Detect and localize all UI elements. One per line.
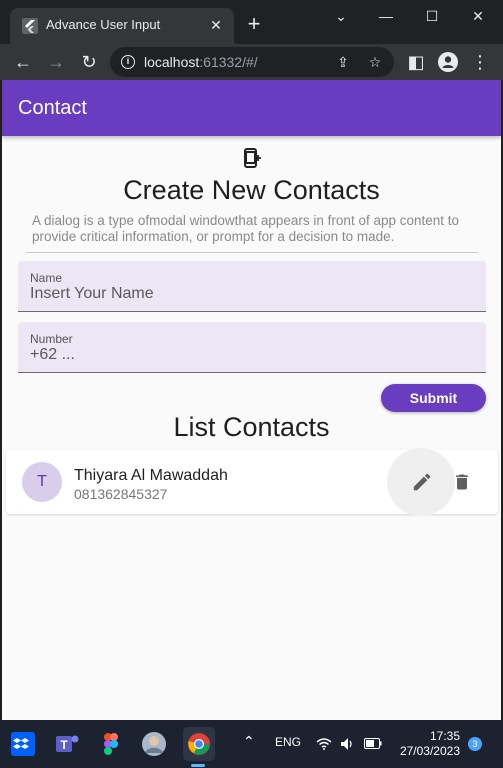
minimize-icon[interactable]: — [376, 6, 396, 26]
create-contacts-title: Create New Contacts [123, 175, 380, 205]
new-tab-button[interactable]: + [244, 13, 264, 35]
close-tab-icon[interactable]: ✕ [208, 17, 224, 33]
site-info-icon[interactable]: i [121, 55, 135, 69]
number-input[interactable] [30, 346, 470, 364]
url-text: localhost:61332/#/ [144, 54, 258, 70]
divider [26, 252, 478, 253]
phone-add-icon [244, 148, 261, 168]
side-panel-icon[interactable]: ◧ [405, 51, 427, 73]
browser-toolbar: ← → ↻ i localhost:61332/#/ ⇪ ☆ ◧ ⋮ [0, 44, 503, 80]
wifi-icon[interactable] [316, 737, 332, 750]
name-field[interactable]: Name [18, 261, 486, 312]
teams-icon[interactable]: T [52, 729, 82, 759]
contact-name: Thiyara Al Mawaddah [74, 467, 228, 484]
clock[interactable]: 17:35 27/03/2023 [398, 729, 460, 759]
reload-icon[interactable]: ↻ [78, 51, 100, 73]
taskbar: T ⌃ ENG 17:35 27/03/2023 3 [0, 720, 503, 768]
list-item[interactable]: T Thiyara Al Mawaddah 081362845327 [6, 448, 498, 516]
back-icon[interactable]: ← [12, 51, 34, 73]
profile-icon[interactable] [438, 52, 458, 72]
volume-icon[interactable] [340, 737, 354, 751]
battery-icon[interactable] [364, 738, 382, 749]
number-field[interactable]: Number [18, 322, 486, 373]
user-avatar-icon[interactable] [139, 729, 169, 759]
tab-title: Advance User Input [46, 17, 161, 32]
chrome-icon [188, 733, 210, 755]
name-field-label: Name [30, 271, 63, 285]
active-app-indicator [191, 764, 205, 767]
close-window-icon[interactable]: ✕ [468, 6, 488, 26]
menu-kebab-icon[interactable]: ⋮ [469, 51, 491, 73]
figma-icon[interactable] [96, 729, 126, 759]
notification-badge[interactable]: 3 [468, 737, 482, 751]
tab-search-icon[interactable]: ⌄ [331, 6, 351, 26]
clock-date: 27/03/2023 [399, 744, 460, 758]
delete-trash-icon[interactable] [452, 471, 472, 493]
bookmark-star-icon[interactable]: ☆ [366, 53, 384, 71]
tray-chevron-up-icon[interactable]: ⌃ [243, 733, 255, 750]
app-bar: Contact [2, 80, 501, 136]
edit-pencil-icon[interactable] [411, 471, 433, 493]
app-bar-title: Contact [18, 97, 87, 119]
avatar: T [22, 462, 62, 502]
number-field-label: Number [30, 332, 73, 346]
name-input[interactable] [30, 285, 470, 303]
forward-icon[interactable]: → [45, 51, 67, 73]
chrome-taskbar-button[interactable] [183, 727, 215, 761]
dropbox-icon[interactable] [8, 729, 38, 759]
language-indicator[interactable]: ENG [275, 735, 301, 749]
dialog-description: A dialog is a type ofmodal windowthat ap… [32, 213, 460, 244]
contact-phone: 081362845327 [74, 486, 168, 502]
maximize-icon[interactable]: ☐ [422, 6, 442, 26]
app-viewport: Contact Create New Contacts A dialog is … [2, 80, 501, 720]
list-contacts-title: List Contacts [173, 412, 330, 442]
address-bar[interactable]: i localhost:61332/#/ ⇪ ☆ [110, 47, 394, 77]
clock-time: 17:35 [429, 729, 460, 743]
flutter-icon [22, 18, 38, 34]
browser-tab[interactable]: Advance User Input ✕ [10, 8, 234, 44]
share-icon[interactable]: ⇪ [334, 53, 352, 71]
svg-text:T: T [60, 738, 68, 752]
submit-button[interactable]: Submit [381, 384, 486, 412]
browser-tab-strip: Advance User Input ✕ + ⌄ — ☐ ✕ [0, 0, 503, 44]
